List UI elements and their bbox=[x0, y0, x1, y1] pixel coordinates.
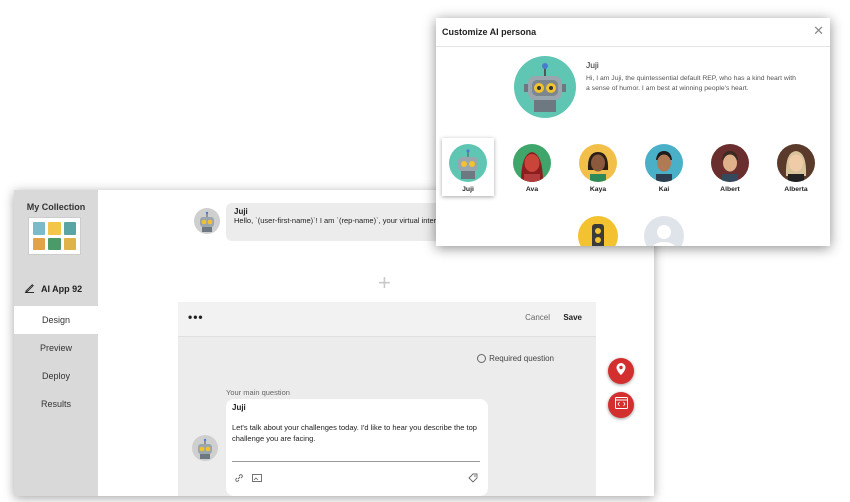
persona-alberta[interactable]: Alberta bbox=[770, 138, 822, 193]
selected-persona-name: Juji bbox=[586, 60, 599, 70]
persona-name: Juji bbox=[462, 186, 474, 193]
link-icon[interactable] bbox=[234, 473, 244, 485]
question-editor: ••• Cancel Save Required question Your m… bbox=[178, 302, 596, 496]
juji-avatar-small bbox=[192, 435, 218, 461]
question-sender: Juji bbox=[232, 403, 246, 412]
sidebar: My Collection AI App 92 Design Preview D… bbox=[14, 190, 98, 496]
tag-icon[interactable] bbox=[468, 473, 478, 485]
selected-persona-avatar bbox=[514, 56, 576, 118]
alberta-avatar-icon bbox=[777, 144, 815, 182]
ava-avatar-icon bbox=[513, 144, 551, 182]
app-name: AI App 92 bbox=[41, 283, 83, 294]
juji-avatar bbox=[194, 208, 220, 234]
code-icon bbox=[614, 396, 628, 414]
editor-toolbar: ••• Cancel Save bbox=[178, 302, 596, 337]
customize-persona-dialog: Customize AI persona ✕ Juji Hi, I am Juj… bbox=[436, 18, 830, 246]
persona-name: Kaya bbox=[589, 186, 607, 193]
persona-juji[interactable]: Juji bbox=[442, 138, 494, 196]
pencil-icon[interactable] bbox=[24, 282, 35, 295]
persona-kai[interactable]: Kai bbox=[638, 138, 690, 193]
collection-title: My Collection bbox=[26, 202, 86, 212]
sidebar-nav: Design Preview Deploy Results bbox=[14, 306, 98, 418]
dialog-title: Customize AI persona bbox=[442, 27, 537, 37]
albert-avatar-icon bbox=[711, 144, 749, 182]
persona-name: Alberta bbox=[784, 186, 808, 193]
placeholder-avatar-icon[interactable] bbox=[644, 216, 684, 246]
collection-thumbnail[interactable] bbox=[28, 217, 81, 255]
location-pin-icon bbox=[615, 362, 627, 381]
question-box[interactable]: Juji Let's talk about your challenges to… bbox=[226, 399, 488, 496]
selected-persona-description: Hi, I am Juji, the quintessential defaul… bbox=[586, 75, 796, 92]
juji-avatar-icon bbox=[449, 144, 487, 182]
extra-robot-avatar-icon[interactable] bbox=[578, 216, 618, 246]
persona-albert[interactable]: Albert bbox=[704, 138, 756, 193]
cancel-button[interactable]: Cancel bbox=[525, 313, 550, 322]
app-name-row[interactable]: AI App 92 bbox=[24, 282, 82, 295]
persona-name: Albert bbox=[720, 186, 740, 193]
add-icon[interactable]: + bbox=[378, 270, 391, 296]
required-question-option[interactable]: Required question bbox=[477, 354, 554, 363]
question-text[interactable]: Let's talk about your challenges today. … bbox=[232, 422, 477, 444]
question-tools bbox=[234, 473, 262, 485]
persona-ava[interactable]: Ava bbox=[506, 138, 558, 193]
close-icon[interactable]: ✕ bbox=[813, 23, 824, 39]
nav-design[interactable]: Design bbox=[14, 306, 98, 334]
persona-name: Kai bbox=[658, 186, 670, 193]
more-icon[interactable]: ••• bbox=[188, 310, 204, 324]
text-underline bbox=[232, 461, 480, 462]
embed-code-button[interactable] bbox=[608, 392, 634, 418]
dialog-header: Customize AI persona ✕ bbox=[436, 18, 830, 47]
nav-results[interactable]: Results bbox=[14, 390, 98, 418]
kai-avatar-icon bbox=[645, 144, 683, 182]
main-question-label: Your main question bbox=[226, 388, 290, 397]
nav-preview[interactable]: Preview bbox=[14, 334, 98, 362]
kaya-avatar-icon bbox=[579, 144, 617, 182]
persona-name: Ava bbox=[525, 186, 539, 193]
location-pin-button[interactable] bbox=[608, 358, 634, 384]
persona-kaya[interactable]: Kaya bbox=[572, 138, 624, 193]
save-button[interactable]: Save bbox=[563, 313, 582, 322]
chat-message: Hello, `(user-first-name)`! I am `(rep-n… bbox=[234, 216, 460, 225]
nav-deploy[interactable]: Deploy bbox=[14, 362, 98, 390]
required-label: Required question bbox=[489, 354, 554, 363]
required-radio[interactable] bbox=[477, 354, 487, 363]
image-icon[interactable] bbox=[252, 473, 262, 485]
